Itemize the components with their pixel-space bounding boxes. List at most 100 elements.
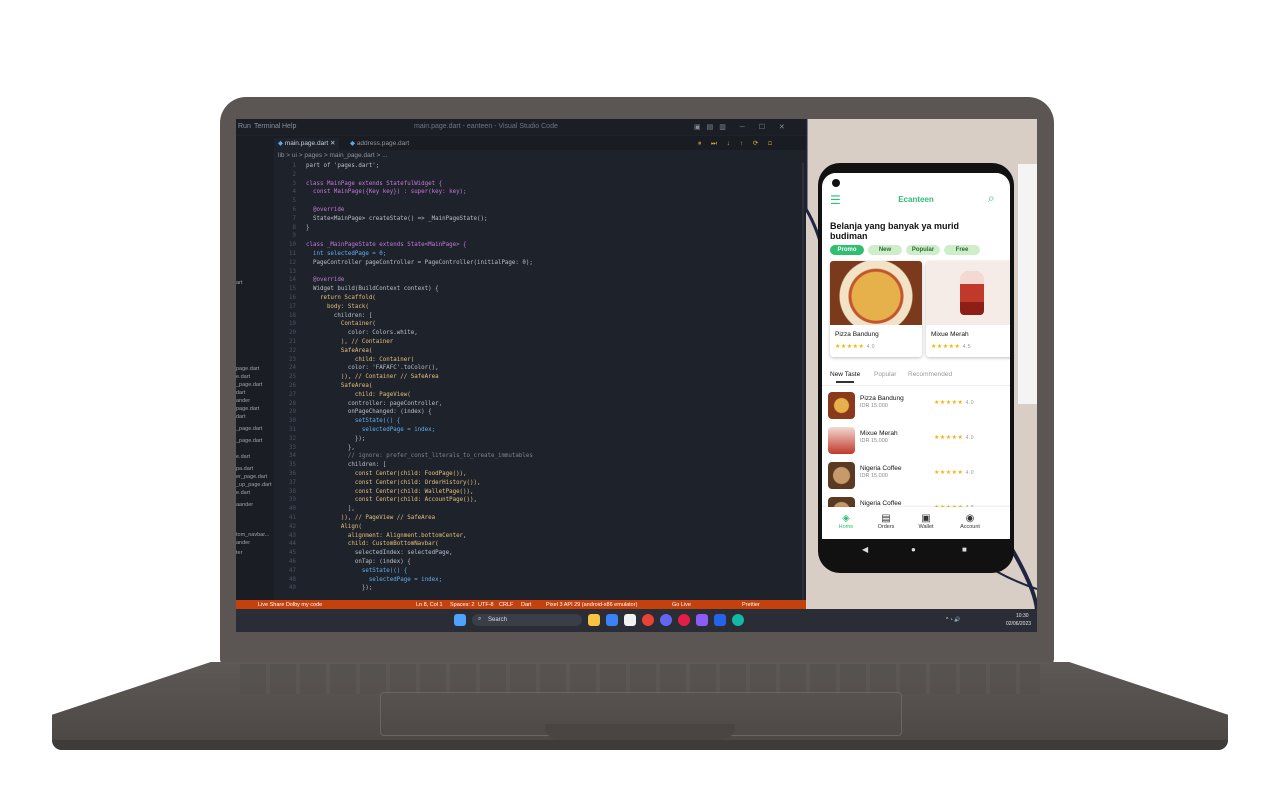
editor-scrollbar[interactable]: [802, 163, 804, 603]
status-spaces[interactable]: Spaces: 2: [450, 602, 474, 608]
chip-free[interactable]: Free: [944, 245, 980, 255]
food-list-item[interactable]: Mixue Merah IDR 15.000 ★★★★★ 4.0: [822, 424, 1010, 457]
search-icon[interactable]: ⌕: [988, 191, 995, 206]
recents-button[interactable]: ■: [962, 545, 967, 554]
status-encoding[interactable]: UTF-8: [478, 602, 494, 608]
code-text: selectedPage = index;: [306, 576, 443, 583]
app-icon[interactable]: [732, 614, 744, 626]
stars: ★★★★★: [931, 344, 961, 350]
explorer-item[interactable]: e.dart: [236, 454, 250, 460]
status-live-share[interactable]: Live Share Dolby my code: [258, 602, 322, 608]
explorer-item[interactable]: page.dart: [236, 406, 259, 412]
explorer-item[interactable]: dart: [236, 390, 245, 396]
food-name: Nigeria Coffee: [860, 465, 902, 472]
code-text: class _MainPageState extends State<MainP…: [306, 242, 467, 249]
explorer-item[interactable]: e.dart: [236, 374, 250, 380]
line-number: 24: [289, 365, 296, 372]
explorer-item[interactable]: dart: [236, 414, 245, 420]
store-icon[interactable]: [624, 614, 636, 626]
rating-value: 4.0: [965, 400, 975, 406]
laptop-notch: [545, 724, 735, 740]
status-device[interactable]: Pixel 3 API 29 (android-x86 emulator): [546, 602, 637, 608]
code-text: Container(: [306, 321, 376, 328]
explorer-item[interactable]: er_page.dart: [236, 474, 267, 480]
line-number: 42: [289, 523, 296, 530]
nav-orders[interactable]: ▤ Orders: [868, 513, 904, 530]
explorer-item[interactable]: _page.dart: [236, 426, 262, 432]
status-language[interactable]: Dart: [521, 602, 531, 608]
line-number: 25: [289, 374, 296, 381]
code-text: child: PageView(: [306, 391, 411, 398]
stars: ★★★★★: [934, 470, 964, 476]
nav-label: Home: [838, 524, 854, 530]
status-eol[interactable]: CRLF: [499, 602, 513, 608]
tray-icons[interactable]: ^ ◔ 🔊: [946, 617, 960, 623]
nav-home[interactable]: ◈ Home: [828, 513, 864, 530]
mail-icon[interactable]: [606, 614, 618, 626]
chip-popular[interactable]: Popular: [906, 245, 940, 255]
home-button[interactable]: ●: [911, 545, 916, 554]
code-text: ), // Container: [306, 339, 394, 345]
explorer-item[interactable]: tom_navbar...: [236, 532, 269, 538]
pizza-image: [830, 261, 922, 325]
explorer-item[interactable]: ander: [236, 398, 250, 404]
nav-wallet[interactable]: ▣ Wallet: [908, 513, 944, 530]
code-text: });: [306, 585, 373, 592]
taskbar-date[interactable]: 02/06/2023: [1006, 621, 1031, 627]
explorer-item[interactable]: ter: [236, 550, 242, 556]
chrome-icon[interactable]: [642, 614, 654, 626]
explorer-item[interactable]: e.dart: [236, 490, 250, 496]
app-icon[interactable]: [678, 614, 690, 626]
status-prettier[interactable]: Prettier: [742, 602, 760, 608]
debug-toolbar[interactable]: ⏸ ⏭ ↓ ↑ ⟳ ◻: [694, 138, 780, 150]
code-text: const Center(child: FoodPage()),: [306, 471, 467, 477]
app-title: Ecanteen: [898, 195, 934, 204]
explorer-item[interactable]: page.dart: [236, 366, 259, 372]
status-position[interactable]: Ln 8, Col 1: [416, 602, 443, 608]
explorer-item[interactable]: pa.dart: [236, 466, 253, 472]
menu-run[interactable]: Run: [238, 123, 251, 130]
explorer-item[interactable]: _page.dart: [236, 382, 262, 388]
code-text: body: Stack(: [306, 303, 369, 310]
code-editor[interactable]: 1 part of 'pages.dart'; 2 3 class MainPage e…: [278, 163, 806, 608]
tab-new-taste[interactable]: New Taste: [830, 371, 860, 378]
rating-stars: ★★★★★ 4.0: [934, 399, 974, 406]
taskbar-time[interactable]: 10:30: [1016, 613, 1029, 619]
file-explorer-icon[interactable]: [588, 614, 600, 626]
explorer-item[interactable]: ander: [236, 540, 250, 546]
android-nav-bar: ◀ ● ■: [822, 539, 1010, 563]
chip-new[interactable]: New: [868, 245, 902, 255]
taskbar-search[interactable]: ⌕ Search: [472, 614, 582, 626]
food-list-item[interactable]: Pizza Bandung IDR 15.000 ★★★★★ 4.0: [822, 389, 1010, 422]
tab-address-page[interactable]: ◆ address.page.dart: [346, 138, 413, 150]
explorer-item[interactable]: _up_page.dart: [236, 482, 271, 488]
back-button[interactable]: ◀: [862, 545, 868, 554]
breadcrumb[interactable]: lib > ui > pages > main_page.dart > ...: [278, 152, 388, 159]
food-list-item[interactable]: Nigeria Coffee IDR 15.000 ★★★★★ 4.0: [822, 459, 1010, 492]
menu-help[interactable]: Help: [282, 123, 296, 130]
stars: ★★★★★: [934, 435, 964, 441]
windows-start-icon[interactable]: [454, 614, 466, 626]
tab-popular[interactable]: Popular: [874, 371, 896, 378]
window-controls[interactable]: ▣▤▥ ─ ☐ ✕: [694, 123, 791, 131]
explorer-item[interactable]: art: [236, 280, 242, 286]
explorer-item[interactable]: _page.dart: [236, 438, 262, 444]
code-text: onPageChanged: (index) {: [306, 409, 432, 416]
app-icon[interactable]: [696, 614, 708, 626]
explorer-item[interactable]: aander: [236, 502, 253, 508]
code-text: selectedIndex: selectedPage,: [306, 550, 453, 557]
vscode-icon[interactable]: [714, 614, 726, 626]
line-number: 28: [289, 400, 296, 407]
status-go-live[interactable]: Go Live: [672, 602, 691, 608]
menu-terminal[interactable]: Terminal: [254, 123, 280, 130]
food-card[interactable]: Pizza Bandung ★★★★★ 4.0: [830, 261, 922, 357]
stars: ★★★★★: [934, 400, 964, 406]
tab-recommended[interactable]: Recommended: [908, 371, 952, 378]
discord-icon[interactable]: [660, 614, 672, 626]
rating-stars: ★★★★★ 4.0: [835, 343, 875, 350]
line-number: 2: [292, 171, 297, 178]
food-card[interactable]: Mixue Merah ★★★★★ 4.5: [926, 261, 1010, 357]
chip-promo[interactable]: Promo: [830, 245, 864, 255]
tab-main-page[interactable]: ◆ main.page.dart ✕: [274, 138, 340, 150]
nav-account[interactable]: ◉ Account: [952, 513, 988, 530]
